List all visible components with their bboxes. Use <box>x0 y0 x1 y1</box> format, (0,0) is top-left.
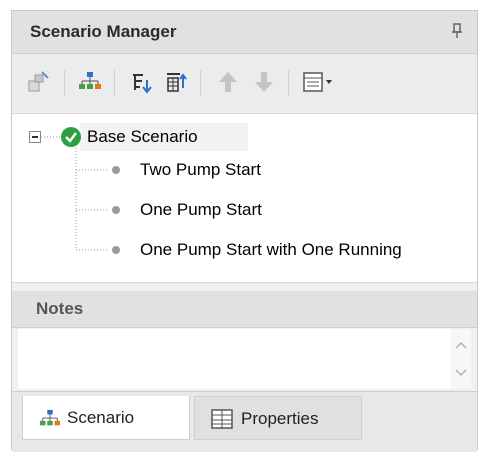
hierarchy-icon <box>40 409 60 426</box>
sort-filter-button[interactable] <box>164 70 188 94</box>
collapse-toggle[interactable] <box>29 131 41 143</box>
tab-scenario[interactable]: Scenario <box>22 396 190 440</box>
tab-label: Properties <box>241 409 319 428</box>
pin-icon[interactable] <box>451 23 463 42</box>
notes-header: Notes <box>12 291 477 328</box>
minus-icon <box>32 136 38 138</box>
toolbar-separator <box>114 70 115 96</box>
sort-down-button[interactable] <box>129 70 153 94</box>
view-options-button[interactable] <box>302 70 338 94</box>
toolbar-separator <box>64 70 65 96</box>
toolbar <box>12 54 477 112</box>
tab-label: Scenario <box>67 408 135 427</box>
list-dropdown-icon <box>303 72 332 92</box>
panel-title: Scenario Manager <box>30 22 177 41</box>
tree-item-base-scenario[interactable]: Base Scenario <box>87 127 198 147</box>
scenario-tree-button[interactable] <box>78 70 102 94</box>
sort-down-icon <box>133 74 152 94</box>
bullet-icon <box>112 166 120 174</box>
arrow-down-icon <box>255 72 273 92</box>
notes-textarea[interactable] <box>18 329 471 389</box>
notes-label: Notes <box>36 299 84 318</box>
bullet-icon <box>112 246 120 254</box>
arrow-up-icon <box>219 72 237 92</box>
tree-item-child[interactable]: Two Pump Start <box>140 160 261 180</box>
tree-item-child[interactable]: One Pump Start with One Running <box>140 240 402 260</box>
bottom-tab-bar: Scenario Properties <box>12 391 477 452</box>
toolbar-separator <box>200 70 201 96</box>
chevron-up-icon[interactable] <box>455 341 467 349</box>
create-child-scenario-button[interactable] <box>26 70 50 94</box>
scenario-manager-panel: Scenario Manager Base Scenario Two Pump … <box>11 10 478 452</box>
scenario-tree: Base Scenario Two Pump Start One Pump St… <box>12 113 477 283</box>
filter-table-icon <box>167 73 187 92</box>
move-down-button[interactable] <box>252 70 276 94</box>
grid-icon <box>211 409 233 429</box>
toolbar-separator <box>288 70 289 96</box>
tab-properties[interactable]: Properties <box>194 396 362 440</box>
tree-item-child[interactable]: One Pump Start <box>140 200 262 220</box>
check-status-icon <box>60 126 82 148</box>
move-up-button[interactable] <box>216 70 240 94</box>
hierarchy-icon <box>79 72 101 89</box>
chevron-down-icon[interactable] <box>455 369 467 377</box>
panel-titlebar: Scenario Manager <box>12 11 477 54</box>
new-scenario-icon <box>28 71 49 92</box>
bullet-icon <box>112 206 120 214</box>
notes-scrollbar[interactable] <box>451 329 471 389</box>
